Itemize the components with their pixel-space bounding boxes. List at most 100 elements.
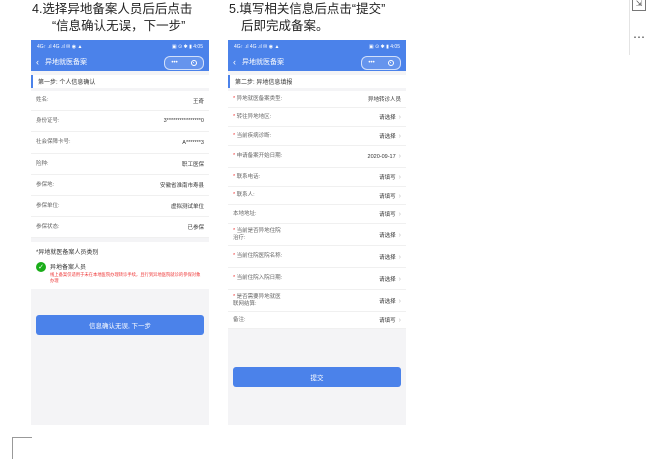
form-row[interactable]: * 当前疾病诊断: 请选择 ›: [228, 127, 406, 146]
remote-info-form: * 异地就医备案类型: 异地转诊人员 * 转往异地地区: 请选择 › * 当前疾病诊断: 请…: [228, 91, 406, 329]
form-label: * 当前住院医院名称:: [233, 253, 285, 260]
form-value[interactable]: 请填写: [379, 318, 396, 324]
nav-bar: ‹ 异地就医备案 •••: [31, 53, 209, 71]
info-label: 姓名:: [36, 97, 49, 103]
form-value-wrap[interactable]: 请填写 ›: [379, 210, 401, 218]
form-value-wrap[interactable]: 请选择 ›: [379, 275, 401, 283]
form-label-text: 本地地址:: [233, 210, 257, 217]
info-row: 社会保障卡号: A*******3: [31, 132, 209, 154]
nav-bar: ‹ 异地就医备案 •••: [228, 53, 406, 71]
form-label: * 联系人:: [233, 192, 285, 199]
step-header: 第一步: 个人信息确认: [31, 75, 209, 88]
form-value-wrap[interactable]: 请填写 ›: [379, 173, 401, 181]
form-label-text: 联系电话:: [236, 173, 261, 180]
category-title: *异地就医备案人员类别: [36, 250, 99, 256]
divider: [629, 0, 630, 55]
nav-title: 异地就医备案: [242, 59, 284, 66]
more-dots-icon[interactable]: •••: [368, 60, 374, 66]
phone-screenshot-step5: 4G↑ .ıl 4G .ıl ✉ ◉ ▲ ▣ ⊙ ✱ ▮ 4:05 ‹ 异地就医…: [228, 40, 406, 425]
mini-program-capsule[interactable]: •••: [361, 56, 401, 70]
chevron-right-icon: ›: [398, 174, 401, 181]
corner-mark: [12, 437, 32, 459]
submit-button[interactable]: 提交: [233, 367, 401, 387]
back-icon[interactable]: ‹: [36, 57, 39, 67]
form-value-wrap[interactable]: 请选择 ›: [379, 253, 401, 261]
form-label: * 当前是否异地住院治疗:: [233, 228, 285, 242]
form-row[interactable]: * 是否需要异地就医联网结算: 请选择 ›: [228, 290, 406, 312]
close-target-icon[interactable]: [190, 60, 197, 66]
close-target-icon[interactable]: [387, 60, 394, 66]
chevron-right-icon: ›: [398, 133, 401, 140]
form-value-wrap[interactable]: 异地转诊人员: [368, 95, 401, 103]
form-row[interactable]: 本地地址: 请填写 ›: [228, 205, 406, 224]
info-label: 社会保障卡号:: [36, 139, 71, 145]
form-label-text: 联系人:: [236, 192, 255, 198]
info-value: 职工医保: [181, 162, 204, 168]
info-label: 参保状态:: [36, 223, 60, 230]
status-bar: 4G↑ .ıl 4G .ıl ✉ ◉ ▲ ▣ ⊙ ✱ ▮ 4:05: [228, 40, 406, 53]
form-label: 备注:: [233, 317, 285, 324]
form-row[interactable]: * 申请备案开始日期: 2020-09-17 ›: [228, 146, 406, 168]
status-right: ▣ ⊙ ✱ ▮ 4:05: [171, 43, 203, 50]
form-row[interactable]: * 异地就医备案类型: 异地转诊人员: [228, 91, 406, 108]
form-value[interactable]: 异地转诊人员: [368, 97, 401, 103]
checkmark-icon[interactable]: ✓: [36, 262, 46, 272]
form-label: * 当前疾病诊断:: [233, 133, 285, 140]
form-row[interactable]: * 联系电话: 请填写 ›: [228, 168, 406, 187]
form-value-wrap[interactable]: 请填写 ›: [379, 192, 401, 200]
chevron-right-icon: ›: [398, 231, 401, 239]
form-value-wrap[interactable]: 请选择 ›: [379, 132, 401, 140]
form-value[interactable]: 请选择: [379, 299, 396, 305]
form-label: * 联系电话:: [233, 174, 285, 181]
form-row[interactable]: * 当前住院医院名称: 请选择 ›: [228, 246, 406, 268]
form-value[interactable]: 请填写: [379, 194, 396, 200]
chevron-right-icon: ›: [398, 153, 401, 160]
form-value-wrap[interactable]: 请选择 ›: [379, 113, 401, 121]
form-label-text: 备注:: [233, 316, 246, 323]
form-label: * 申请备案开始日期:: [233, 153, 285, 160]
form-row[interactable]: 备注: 请填写 ›: [228, 312, 406, 329]
form-row[interactable]: * 当前是否异地住院治疗: 请选择 ›: [228, 224, 406, 246]
more-dots-icon[interactable]: •••: [171, 60, 177, 66]
form-value-wrap[interactable]: 请填写 ›: [379, 316, 401, 324]
form-value[interactable]: 请选择: [379, 115, 396, 121]
form-label-text: 当前住院医院名称:: [236, 253, 283, 259]
form-value[interactable]: 请选择: [379, 255, 396, 261]
info-row: 险种: 职工医保: [31, 154, 209, 175]
status-bar: 4G↑ .ıl 4G .ıl ✉ ◉ ▲ ▣ ⊙ ✱ ▮ 4:05: [31, 40, 209, 53]
form-row[interactable]: * 当前住院入院日期: 请选择 ›: [228, 268, 406, 290]
chevron-right-icon: ›: [398, 192, 401, 200]
form-label: * 转往异地地区:: [233, 114, 285, 121]
form-value-wrap[interactable]: 请选择 ›: [379, 297, 401, 305]
step5-caption-line2: 后即完成备案。: [241, 19, 329, 33]
form-value[interactable]: 2020-09-17: [368, 154, 396, 160]
form-value[interactable]: 请选择: [379, 233, 396, 239]
info-value: 3****************0: [163, 118, 204, 124]
category-option[interactable]: ✓ 异地备案人员 线上备案仅适用于未在本地医院办理转诊手续，且行到异地医院就诊的…: [36, 262, 204, 283]
form-value[interactable]: 请选择: [379, 134, 396, 140]
form-label-text: 申请备案开始日期:: [236, 153, 283, 159]
form-row[interactable]: * 转往异地地区: 请选择 ›: [228, 108, 406, 127]
form-value[interactable]: 请选择: [379, 277, 396, 283]
mini-program-capsule[interactable]: •••: [164, 56, 204, 70]
step4-caption-line2: “信息确认无误，下一步”: [52, 19, 186, 33]
form-label-text: 当前住院入院日期:: [236, 275, 283, 281]
info-row: 参保地: 安徽省淮南市寿县: [31, 175, 209, 196]
form-value-wrap[interactable]: 请选择 ›: [379, 231, 401, 239]
step5-caption-line1: 5.填写相关信息后点击“提交”: [229, 2, 386, 16]
form-label-text: 当前疾病诊断:: [236, 132, 272, 139]
form-row[interactable]: * 联系人: 请填写 ›: [228, 187, 406, 205]
window-icon[interactable]: ⇲: [632, 0, 646, 11]
back-icon[interactable]: ‹: [233, 57, 236, 67]
form-value-wrap[interactable]: 2020-09-17 ›: [368, 153, 401, 160]
form-value[interactable]: 请填写: [379, 175, 396, 181]
step4-caption-line1: 4.选择异地备案人员后后点击: [32, 2, 193, 16]
info-row: 参保单位: 虚拟测试单位: [31, 196, 209, 217]
chevron-right-icon: ›: [398, 253, 401, 261]
more-icon[interactable]: ⋯: [633, 30, 646, 44]
confirm-next-button[interactable]: 信息确认无误, 下一步: [36, 315, 204, 335]
chevron-right-icon: ›: [398, 297, 401, 305]
form-value[interactable]: 请填写: [379, 212, 396, 218]
info-value: A*******3: [182, 139, 204, 146]
info-value: 已参保: [187, 225, 204, 231]
